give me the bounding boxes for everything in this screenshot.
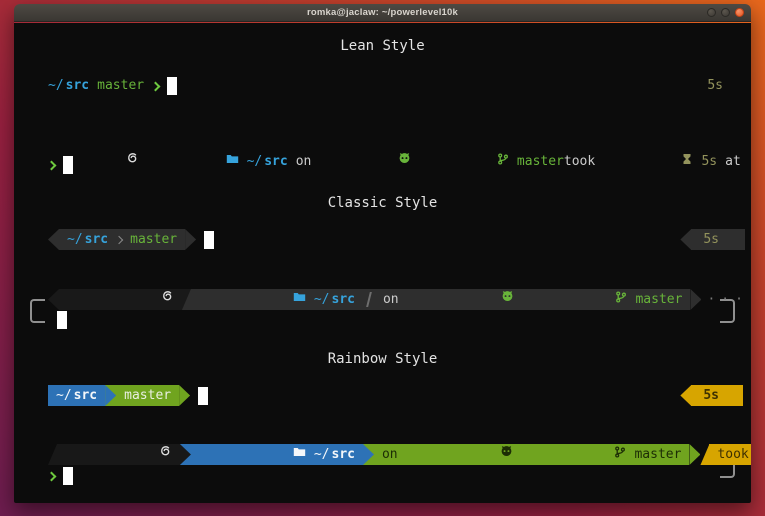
git-branch-icon bbox=[522, 273, 628, 327]
lean-prompt-2-top: ~/src on master took 5s at bbox=[48, 134, 723, 189]
text-cursor bbox=[167, 77, 177, 95]
lean-prompt-2-bottom bbox=[48, 156, 73, 174]
os-logo-icon bbox=[67, 272, 174, 327]
terminal-screen[interactable]: Lean Style ~/src master 5s bbox=[14, 23, 751, 503]
rainbow-prompt-2-top: ~/src on master bbox=[48, 444, 719, 465]
duration-value: 5s bbox=[701, 153, 717, 171]
dir-name: src bbox=[66, 77, 89, 95]
dir-name: src bbox=[332, 291, 355, 309]
thin-separator-icon bbox=[366, 292, 372, 307]
prompt-chevron-icon bbox=[47, 160, 57, 170]
window-titlebar[interactable]: romka@jaclaw: ~/powerlevel10k bbox=[14, 4, 751, 22]
dir-prefix: ~/ bbox=[67, 231, 83, 249]
duration-badge: 5s bbox=[707, 77, 723, 95]
folder-icon bbox=[199, 273, 306, 327]
folder-icon bbox=[199, 428, 306, 482]
dir-name: src bbox=[85, 231, 108, 249]
git-branch-name: master bbox=[634, 446, 681, 464]
dir-prefix: ~/ bbox=[314, 446, 330, 464]
terminal-window: romka@jaclaw: ~/powerlevel10k Lean Style… bbox=[14, 4, 751, 503]
folder-icon bbox=[147, 135, 238, 189]
on-label: on bbox=[296, 153, 312, 171]
git-branch-icon bbox=[419, 135, 509, 189]
classic-duration-segment: 5s bbox=[680, 229, 745, 250]
git-branch-icon bbox=[521, 428, 627, 482]
git-branch-name: master bbox=[97, 77, 144, 95]
rainbow-right-bar: took 5s at 16:23:42 bbox=[700, 444, 751, 465]
classic-dir: ~/src bbox=[314, 291, 355, 309]
git-branch-name: master bbox=[130, 231, 177, 249]
classic-left-segments: ~/src master bbox=[48, 229, 196, 250]
duration-badge: 5s bbox=[703, 387, 719, 405]
rainbow-heading: Rainbow Style bbox=[14, 350, 751, 368]
text-cursor bbox=[57, 311, 67, 329]
github-octocat-icon bbox=[406, 427, 513, 482]
minimize-button[interactable] bbox=[707, 8, 716, 17]
gap-filler-dots: ···· bbox=[701, 291, 751, 309]
maximize-button[interactable] bbox=[721, 8, 730, 17]
dir-prefix: ~/ bbox=[48, 77, 64, 95]
classic-heading: Classic Style bbox=[14, 194, 751, 212]
dir-prefix: ~/ bbox=[247, 153, 263, 171]
text-cursor bbox=[63, 156, 73, 174]
hourglass-icon bbox=[603, 135, 693, 189]
rainbow-prompt-2-bottom bbox=[48, 467, 73, 485]
classic-prompt-2-bottom bbox=[57, 311, 67, 329]
lean-dir: ~/src bbox=[48, 77, 89, 95]
git-branch-name: master bbox=[124, 387, 171, 405]
on-label: on bbox=[383, 291, 399, 309]
classic-prompt-2-top: ~/src on master ···· bbox=[48, 289, 719, 310]
lean-prompt-1: ~/src master 5s bbox=[48, 77, 723, 95]
dir-prefix: ~/ bbox=[314, 291, 330, 309]
close-button[interactable] bbox=[735, 8, 744, 17]
rainbow-left-bar: ~/src on master bbox=[48, 444, 700, 465]
rainbow-dir: ~/src bbox=[56, 387, 97, 405]
duration-badge: 5s bbox=[703, 231, 719, 249]
at-label: at bbox=[725, 153, 741, 171]
rainbow-prompt-1: ~/src master 5s bbox=[48, 385, 743, 406]
segment-separator-icon bbox=[115, 235, 123, 243]
prompt-chevron-icon bbox=[47, 471, 57, 481]
prompt-frame-left bbox=[30, 299, 45, 323]
prompt-chevron-icon bbox=[151, 81, 161, 91]
classic-dir: ~/src bbox=[67, 231, 108, 249]
took-label: took bbox=[564, 153, 595, 171]
lean-dir: ~/src bbox=[247, 153, 288, 171]
rainbow-left-segments: ~/src master bbox=[48, 385, 190, 406]
text-cursor bbox=[63, 467, 73, 485]
classic-prompt-1: ~/src master 5s bbox=[48, 229, 745, 250]
text-cursor bbox=[204, 231, 214, 249]
dir-prefix: ~/ bbox=[56, 387, 72, 405]
dir-name: src bbox=[74, 387, 97, 405]
on-label: on bbox=[382, 446, 398, 464]
took-label: took bbox=[717, 446, 748, 464]
lean-heading: Lean Style bbox=[14, 37, 751, 55]
rainbow-dir: ~/src bbox=[314, 446, 355, 464]
os-logo-icon bbox=[65, 427, 172, 482]
classic-left-bar: ~/src on master bbox=[48, 289, 701, 310]
rainbow-duration-segment: 5s bbox=[680, 385, 743, 406]
dir-name: src bbox=[264, 153, 287, 171]
github-octocat-icon bbox=[407, 272, 514, 327]
window-title: romka@jaclaw: ~/powerlevel10k bbox=[307, 7, 458, 18]
text-cursor bbox=[198, 387, 208, 405]
dir-name: src bbox=[332, 446, 355, 464]
window-controls bbox=[707, 4, 744, 21]
clock-icon bbox=[749, 135, 751, 189]
git-branch-name: master bbox=[517, 153, 564, 171]
git-branch-name: master bbox=[635, 291, 682, 309]
github-octocat-icon bbox=[319, 134, 410, 189]
